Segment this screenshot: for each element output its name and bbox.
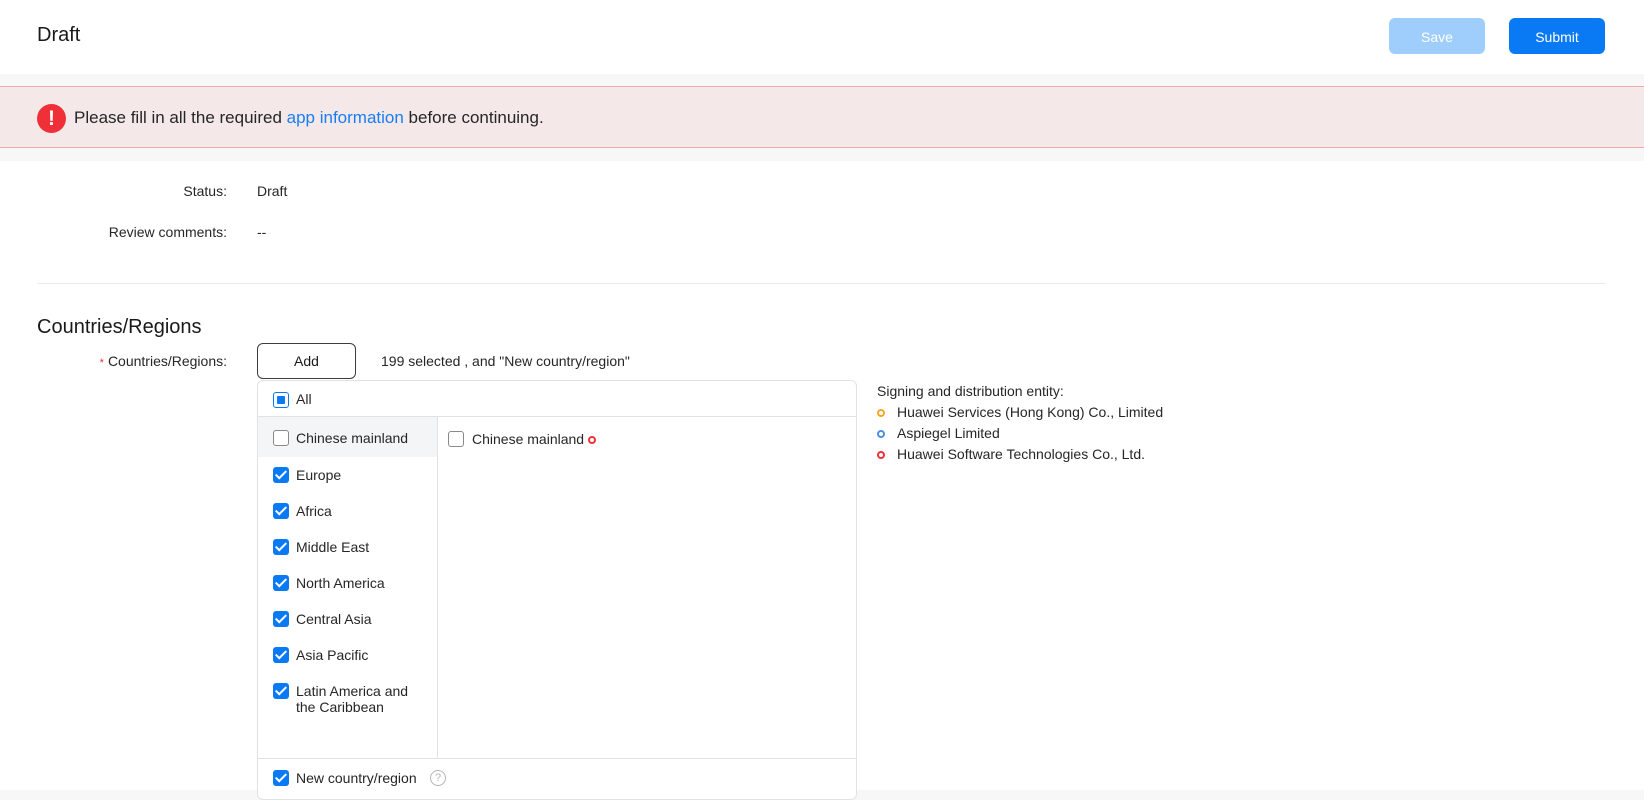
sub-region-checkbox[interactable] <box>448 431 464 447</box>
required-marker: * <box>99 357 104 369</box>
region-label: Central Asia <box>296 611 372 627</box>
countries-regions-label-text: Countries/Regions: <box>107 353 227 369</box>
exclamation-icon: ! <box>37 104 66 133</box>
help-icon[interactable]: ? <box>430 770 446 786</box>
region-label: North America <box>296 575 385 591</box>
countries-regions-label: * Countries/Regions: <box>27 353 227 369</box>
region-checkbox[interactable] <box>273 575 289 591</box>
region-label: Latin America and the Caribbean <box>296 683 409 715</box>
region-item-middle-east[interactable]: Middle East <box>258 529 437 565</box>
region-list: Chinese mainland Europe Africa Middle Ea… <box>258 417 438 758</box>
alert-message: Please fill in all the required app info… <box>74 108 544 128</box>
region-checkbox[interactable] <box>273 430 289 446</box>
select-all-label: All <box>296 391 312 407</box>
region-label: Africa <box>296 503 332 519</box>
entity-item: Huawei Services (Hong Kong) Co., Limited <box>877 404 1163 420</box>
region-item-central-asia[interactable]: Central Asia <box>258 601 437 637</box>
entity-label: Huawei Software Technologies Co., Ltd. <box>897 446 1145 462</box>
review-comments-value: -- <box>257 224 267 240</box>
entity-dot-icon <box>588 436 596 444</box>
sub-region-label: Chinese mainland <box>472 431 585 447</box>
entity-item: Huawei Software Technologies Co., Ltd. <box>877 446 1145 462</box>
alert-text-after: before continuing. <box>403 108 544 127</box>
entity-title: Signing and distribution entity: <box>877 383 1064 399</box>
region-item-europe[interactable]: Europe <box>258 457 437 493</box>
status-label: Status: <box>183 183 227 199</box>
top-bar: Draft Save Submit <box>0 0 1644 74</box>
selected-count: 199 selected , and "New country/region" <box>381 353 630 369</box>
section-title: Countries/Regions <box>37 316 202 338</box>
new-region-row[interactable]: New country/region ? <box>258 758 856 800</box>
divider <box>37 283 1606 284</box>
entity-label: Huawei Services (Hong Kong) Co., Limited <box>897 404 1164 420</box>
red-dot-icon <box>877 451 885 459</box>
status-value: Draft <box>257 183 288 199</box>
blue-dot-icon <box>877 430 885 438</box>
submit-button[interactable]: Submit <box>1509 18 1605 54</box>
save-button[interactable]: Save <box>1389 18 1485 54</box>
sub-region-item-chinese-mainland[interactable]: Chinese mainland <box>448 431 648 451</box>
review-comments-label: Review comments: <box>108 224 227 240</box>
region-checkbox[interactable] <box>273 683 289 699</box>
region-selector: All Chinese mainland Europe Africa Middl… <box>257 380 857 800</box>
region-item-latin-america[interactable]: Latin America and the Caribbean <box>258 673 437 721</box>
region-label: Middle East <box>296 539 370 555</box>
region-checkbox[interactable] <box>273 539 289 555</box>
region-item-africa[interactable]: Africa <box>258 493 437 529</box>
select-all-row[interactable]: All <box>258 381 856 417</box>
entity-label: Aspiegel Limited <box>897 425 1000 441</box>
alert-text-before: Please fill in all the required <box>74 108 287 127</box>
app-information-link[interactable]: app information <box>287 108 404 127</box>
region-item-asia-pacific[interactable]: Asia Pacific <box>258 637 437 673</box>
region-label: Europe <box>296 467 342 483</box>
region-checkbox[interactable] <box>273 503 289 519</box>
new-region-label: New country/region <box>296 770 417 786</box>
region-label: Asia Pacific <box>296 647 369 663</box>
new-region-checkbox[interactable] <box>273 770 289 786</box>
page-title: Draft <box>37 24 81 46</box>
region-checkbox[interactable] <box>273 647 289 663</box>
select-all-checkbox[interactable] <box>273 392 289 408</box>
orange-dot-icon <box>877 409 885 417</box>
region-item-chinese-mainland[interactable]: Chinese mainland <box>258 417 437 457</box>
region-label: Chinese mainland <box>296 430 409 446</box>
add-button[interactable]: Add <box>257 343 356 379</box>
region-item-north-america[interactable]: North America <box>258 565 437 601</box>
region-checkbox[interactable] <box>273 467 289 483</box>
content-card: Status: Draft Review comments: -- Countr… <box>0 161 1644 800</box>
entity-item: Aspiegel Limited <box>877 425 1000 441</box>
region-checkbox[interactable] <box>273 611 289 627</box>
error-alert: ! Please fill in all the required app in… <box>0 86 1644 148</box>
